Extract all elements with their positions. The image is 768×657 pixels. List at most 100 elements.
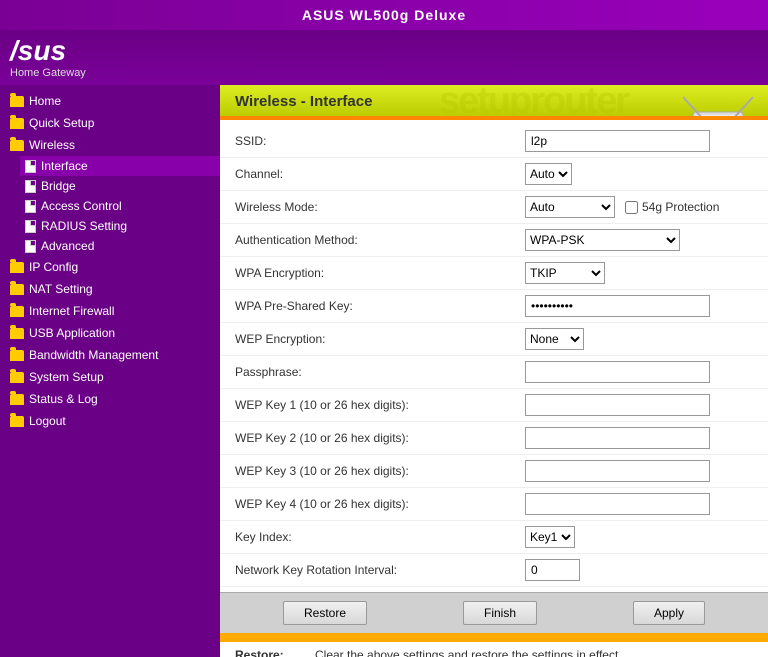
- sidebar-label-quick-setup: Quick Setup: [29, 116, 94, 130]
- restore-button[interactable]: Restore: [283, 601, 367, 625]
- wep-encryption-control: None64-bit128-bit: [525, 328, 753, 350]
- wireless-mode-control: Autob onlyg onlyb+g 54g Protection: [525, 196, 753, 218]
- ssid-control: [525, 130, 753, 152]
- sidebar-label-bridge: Bridge: [41, 179, 76, 193]
- wireless-mode-label: Wireless Mode:: [235, 200, 525, 214]
- sidebar-item-internet-firewall[interactable]: Internet Firewall: [0, 300, 220, 322]
- sidebar-label-internet-firewall: Internet Firewall: [29, 304, 114, 318]
- channel-row: Channel: Auto123 4567 891011: [220, 158, 768, 191]
- folder-icon: [10, 262, 24, 273]
- sidebar-item-access-control[interactable]: Access Control: [20, 196, 220, 216]
- page-icon: [25, 240, 36, 253]
- form-area: SSID: Channel: Auto123 4567 891011: [220, 120, 768, 592]
- apply-button[interactable]: Apply: [633, 601, 705, 625]
- sidebar: Home Quick Setup Wireless Interface Brid…: [0, 85, 220, 657]
- page-icon: [25, 220, 36, 233]
- folder-icon: [10, 416, 24, 427]
- sidebar-item-ip-config[interactable]: IP Config: [0, 256, 220, 278]
- wpa-encryption-control: TKIPAESTKIP+AES: [525, 262, 753, 284]
- folder-icon: [10, 140, 24, 151]
- auth-method-row: Authentication Method: Open SystemShared…: [220, 224, 768, 257]
- sidebar-item-bridge[interactable]: Bridge: [20, 176, 220, 196]
- wireless-submenu: Interface Bridge Access Control RADIUS S…: [0, 156, 220, 256]
- sidebar-item-radius-setting[interactable]: RADIUS Setting: [20, 216, 220, 236]
- wep-key3-input[interactable]: [525, 460, 710, 482]
- sidebar-item-advanced[interactable]: Advanced: [20, 236, 220, 256]
- protection-checkbox[interactable]: [625, 201, 638, 214]
- sidebar-item-logout[interactable]: Logout: [0, 410, 220, 432]
- ssid-row: SSID:: [220, 125, 768, 158]
- passphrase-input[interactable]: [525, 361, 710, 383]
- wep-key3-control: [525, 460, 753, 482]
- channel-label: Channel:: [235, 167, 525, 181]
- page-icon: [25, 160, 36, 173]
- wireless-mode-select[interactable]: Autob onlyg onlyb+g: [525, 196, 615, 218]
- folder-icon: [10, 350, 24, 361]
- wep-key3-label: WEP Key 3 (10 or 26 hex digits):: [235, 464, 525, 478]
- rotation-interval-row: Network Key Rotation Interval:: [220, 554, 768, 587]
- passphrase-label: Passphrase:: [235, 365, 525, 379]
- wep-key4-label: WEP Key 4 (10 or 26 hex digits):: [235, 497, 525, 511]
- sidebar-item-wireless[interactable]: Wireless: [0, 134, 220, 156]
- wep-encryption-select[interactable]: None64-bit128-bit: [525, 328, 584, 350]
- sidebar-item-usb-application[interactable]: USB Application: [0, 322, 220, 344]
- wpa-preshared-row: WPA Pre-Shared Key:: [220, 290, 768, 323]
- wep-key4-input[interactable]: [525, 493, 710, 515]
- folder-icon: [10, 284, 24, 295]
- folder-icon: [10, 328, 24, 339]
- home-gateway-label: Home Gateway: [10, 67, 86, 79]
- wpa-preshared-input[interactable]: [525, 295, 710, 317]
- info-area: Restore: Clear the above settings and re…: [220, 639, 768, 657]
- sidebar-item-quick-setup[interactable]: Quick Setup: [0, 112, 220, 134]
- restore-info-row: Restore: Clear the above settings and re…: [220, 642, 768, 657]
- sidebar-item-interface[interactable]: Interface: [20, 156, 220, 176]
- watermark: setuprouter: [439, 85, 628, 116]
- sidebar-label-access-control: Access Control: [41, 199, 122, 213]
- buttons-area: Restore Finish Apply: [220, 592, 768, 633]
- key-index-select[interactable]: Key1Key2Key3Key4: [525, 526, 575, 548]
- wep-key2-label: WEP Key 2 (10 or 26 hex digits):: [235, 431, 525, 445]
- finish-button[interactable]: Finish: [463, 601, 537, 625]
- sidebar-item-home[interactable]: Home: [0, 90, 220, 112]
- sidebar-label-status-log: Status & Log: [29, 392, 98, 406]
- channel-select[interactable]: Auto123 4567 891011: [525, 163, 572, 185]
- wpa-preshared-control: [525, 295, 753, 317]
- wpa-encryption-select[interactable]: TKIPAESTKIP+AES: [525, 262, 605, 284]
- ssid-input[interactable]: [525, 130, 710, 152]
- sidebar-label-wireless: Wireless: [29, 138, 75, 152]
- wep-key1-row: WEP Key 1 (10 or 26 hex digits):: [220, 389, 768, 422]
- page-icon: [25, 200, 36, 213]
- sidebar-item-nat-setting[interactable]: NAT Setting: [0, 278, 220, 300]
- sidebar-label-interface: Interface: [41, 159, 88, 173]
- key-index-row: Key Index: Key1Key2Key3Key4: [220, 521, 768, 554]
- page-title: Wireless - Interface: [235, 93, 372, 110]
- wep-key2-input[interactable]: [525, 427, 710, 449]
- product-title: ASUS WL500g Deluxe: [302, 7, 466, 23]
- folder-icon: [10, 96, 24, 107]
- content-title-bar: Wireless - Interface setuprouter: [220, 85, 768, 116]
- main-layout: Home Quick Setup Wireless Interface Brid…: [0, 85, 768, 657]
- sidebar-label-logout: Logout: [29, 414, 66, 428]
- sidebar-label-radius-setting: RADIUS Setting: [41, 219, 127, 233]
- router-icon: [678, 87, 758, 116]
- wep-key1-label: WEP Key 1 (10 or 26 hex digits):: [235, 398, 525, 412]
- sidebar-item-system-setup[interactable]: System Setup: [0, 366, 220, 388]
- sidebar-item-bandwidth-management[interactable]: Bandwidth Management: [0, 344, 220, 366]
- sidebar-label-advanced: Advanced: [41, 239, 94, 253]
- rotation-interval-input[interactable]: [525, 559, 580, 581]
- sidebar-item-status-log[interactable]: Status & Log: [0, 388, 220, 410]
- wep-key1-input[interactable]: [525, 394, 710, 416]
- top-banner: ASUS WL500g Deluxe: [0, 0, 768, 30]
- auth-method-label: Authentication Method:: [235, 233, 525, 247]
- content-area: Wireless - Interface setuprouter S: [220, 85, 768, 657]
- rotation-interval-control: [525, 559, 753, 581]
- sidebar-label-nat-setting: NAT Setting: [29, 282, 93, 296]
- auth-method-select[interactable]: Open SystemShared KeyWPA-PSK WPA2-PSKRad…: [525, 229, 680, 251]
- folder-icon: [10, 394, 24, 405]
- protection-label[interactable]: 54g Protection: [625, 200, 719, 214]
- passphrase-control: [525, 361, 753, 383]
- channel-control: Auto123 4567 891011: [525, 163, 753, 185]
- wep-key4-row: WEP Key 4 (10 or 26 hex digits):: [220, 488, 768, 521]
- wep-key2-row: WEP Key 2 (10 or 26 hex digits):: [220, 422, 768, 455]
- sidebar-label-usb-application: USB Application: [29, 326, 115, 340]
